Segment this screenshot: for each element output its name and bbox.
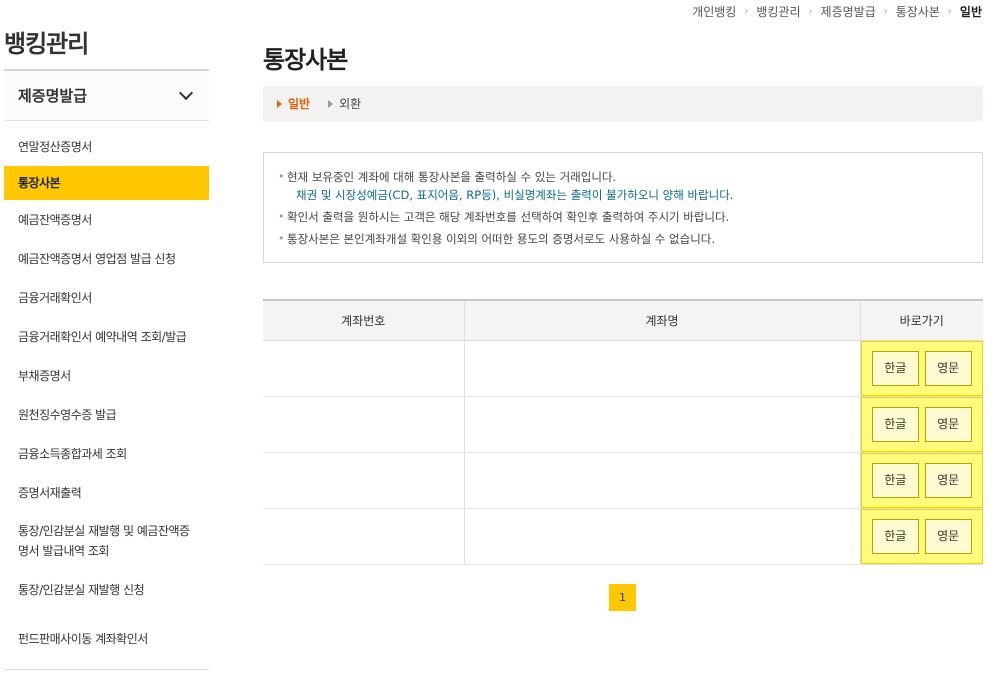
notice-item: • 통장사본은 본인계좌개설 확인용 이외의 어떠한 용도의 증명서로도 사용하… (278, 230, 982, 248)
korean-print-button[interactable]: 한글 (871, 350, 919, 386)
sidebar-item-deposit-balance-cert[interactable]: 예금잔액증명서 (4, 200, 209, 239)
shortcut-cell: 한글 영문 (859, 452, 983, 509)
column-header-account-name: 계좌명 (463, 299, 860, 341)
notice-item: • 현재 보유중인 계좌에 대해 통장사본을 출력하실 수 있는 거래입니다. … (278, 168, 982, 204)
notice-box: • 현재 보유중인 계좌에 대해 통장사본을 출력하실 수 있는 거래입니다. … (263, 152, 983, 263)
sidebar-item-financial-transaction-cert[interactable]: 금융거래확인서 (4, 278, 209, 317)
breadcrumb: 개인뱅킹 › 뱅킹관리 › 제증명발급 › 통장사본 › 일반 (692, 3, 982, 20)
table-row: 한글 영문 (263, 340, 983, 397)
shortcut-cell: 한글 영문 (859, 340, 983, 397)
account-number-cell (263, 508, 464, 565)
table-header-row: 계좌번호 계좌명 바로가기 (263, 299, 983, 341)
bullet-icon: • (278, 170, 285, 183)
sidebar-menu-header-label: 제증명발급 (18, 87, 88, 105)
english-print-button[interactable]: 영문 (924, 350, 972, 386)
account-name-cell (463, 508, 860, 565)
sidebar-item-financial-income-tax[interactable]: 금융소득종합과세 조회 (4, 434, 209, 473)
chevron-right-icon: › (808, 6, 813, 17)
column-header-account-number: 계좌번호 (263, 299, 464, 341)
notice-item: • 확인서 출력을 원하시는 고객은 해당 계좌번호를 선택하여 확인후 출력하… (278, 208, 982, 226)
notice-text: 현재 보유중인 계좌에 대해 통장사본을 출력하실 수 있는 거래입니다. (287, 170, 617, 184)
sidebar-item-year-end-tax[interactable]: 연말정산증명서 (4, 127, 209, 166)
sidebar-item-withholding-receipt[interactable]: 원천징수영수증 발급 (4, 395, 209, 434)
account-number-cell (263, 396, 464, 453)
column-header-shortcut: 바로가기 (859, 299, 983, 341)
english-print-button[interactable]: 영문 (924, 518, 972, 554)
sidebar: 제증명발급 연말정산증명서 통장사본 예금잔액증명서 예금잔액증명서 영업점 발… (4, 69, 209, 670)
breadcrumb-item-current: 일반 (959, 5, 982, 19)
pagination: 1 (609, 584, 636, 611)
korean-print-button[interactable]: 한글 (871, 518, 919, 554)
notice-text: 통장사본은 본인계좌개설 확인용 이외의 어떠한 용도의 증명서로도 사용하실 … (287, 232, 716, 246)
account-name-cell (463, 452, 860, 509)
chevron-down-icon (178, 85, 194, 101)
sidebar-menu-header[interactable]: 제증명발급 (4, 69, 209, 121)
table-row: 한글 영문 (263, 396, 983, 453)
korean-print-button[interactable]: 한글 (871, 406, 919, 442)
sidebar-item-reissue-history[interactable]: 통장/인감분실 재발행 및 예금잔액증명서 발급내역 조회 (4, 512, 209, 570)
sidebar-menu-list: 연말정산증명서 통장사본 예금잔액증명서 예금잔액증명서 영업점 발급 신청 금… (4, 121, 209, 669)
account-number-cell (263, 340, 464, 397)
sidebar-divider (4, 669, 209, 670)
chevron-right-icon: › (947, 6, 952, 17)
sidebar-item-reissue-request[interactable]: 통장/인감분실 재발행 신청 (4, 570, 209, 609)
breadcrumb-item-bankbook-copy[interactable]: 통장사본 (896, 3, 940, 20)
bullet-icon: • (278, 232, 285, 245)
triangle-right-icon (328, 99, 334, 108)
korean-print-button[interactable]: 한글 (871, 462, 919, 498)
table-row: 한글 영문 (263, 508, 983, 565)
subtab-bar: 일반 외환 (263, 86, 983, 121)
tab-foreign-exchange-label: 외환 (339, 97, 362, 111)
account-table: 계좌번호 계좌명 바로가기 한글 영문 한글 영문 한글 영문 한글 영문 (263, 299, 983, 565)
tab-general[interactable]: 일반 (277, 95, 310, 112)
breadcrumb-item-banking-management[interactable]: 뱅킹관리 (756, 3, 800, 20)
account-number-cell (263, 452, 464, 509)
breadcrumb-item-personal-banking[interactable]: 개인뱅킹 (692, 3, 736, 20)
breadcrumb-item-certificates[interactable]: 제증명발급 (821, 3, 876, 20)
english-print-button[interactable]: 영문 (924, 462, 972, 498)
triangle-right-icon (277, 99, 282, 108)
notice-subtext: 채권 및 시장성예금(CD, 표지어음, RP등), 비실명계좌는 출력이 불가… (296, 188, 734, 202)
page-button-current[interactable]: 1 (609, 584, 636, 611)
bullet-icon: • (278, 210, 285, 223)
shortcut-cell: 한글 영문 (859, 396, 983, 453)
sidebar-item-debt-cert[interactable]: 부채증명서 (4, 356, 209, 395)
chevron-right-icon: › (883, 6, 888, 17)
chevron-right-icon: › (744, 6, 749, 17)
sidebar-item-certificate-reprint[interactable]: 증명서재출력 (4, 473, 209, 512)
sidebar-item-bankbook-copy[interactable]: 통장사본 (4, 166, 209, 200)
sidebar-item-transaction-cert-reservation[interactable]: 금융거래확인서 예약내역 조회/발급 (4, 317, 209, 356)
section-title: 뱅킹관리 (4, 30, 89, 58)
shortcut-cell: 한글 영문 (859, 508, 983, 565)
english-print-button[interactable]: 영문 (924, 406, 972, 442)
page-title: 통장사본 (263, 46, 348, 74)
account-name-cell (463, 396, 860, 453)
account-name-cell (463, 340, 860, 397)
table-row: 한글 영문 (263, 452, 983, 509)
notice-text: 확인서 출력을 원하시는 고객은 해당 계좌번호를 선택하여 확인후 출력하여 … (287, 210, 730, 224)
tab-general-label: 일반 (288, 97, 311, 111)
tab-foreign-exchange[interactable]: 외환 (328, 95, 361, 112)
sidebar-item-fund-transfer-cert[interactable]: 펀드판매사이동 계좌확인서 (4, 609, 209, 669)
sidebar-item-balance-cert-branch-request[interactable]: 예금잔액증명서 영업점 발급 신청 (4, 239, 209, 278)
